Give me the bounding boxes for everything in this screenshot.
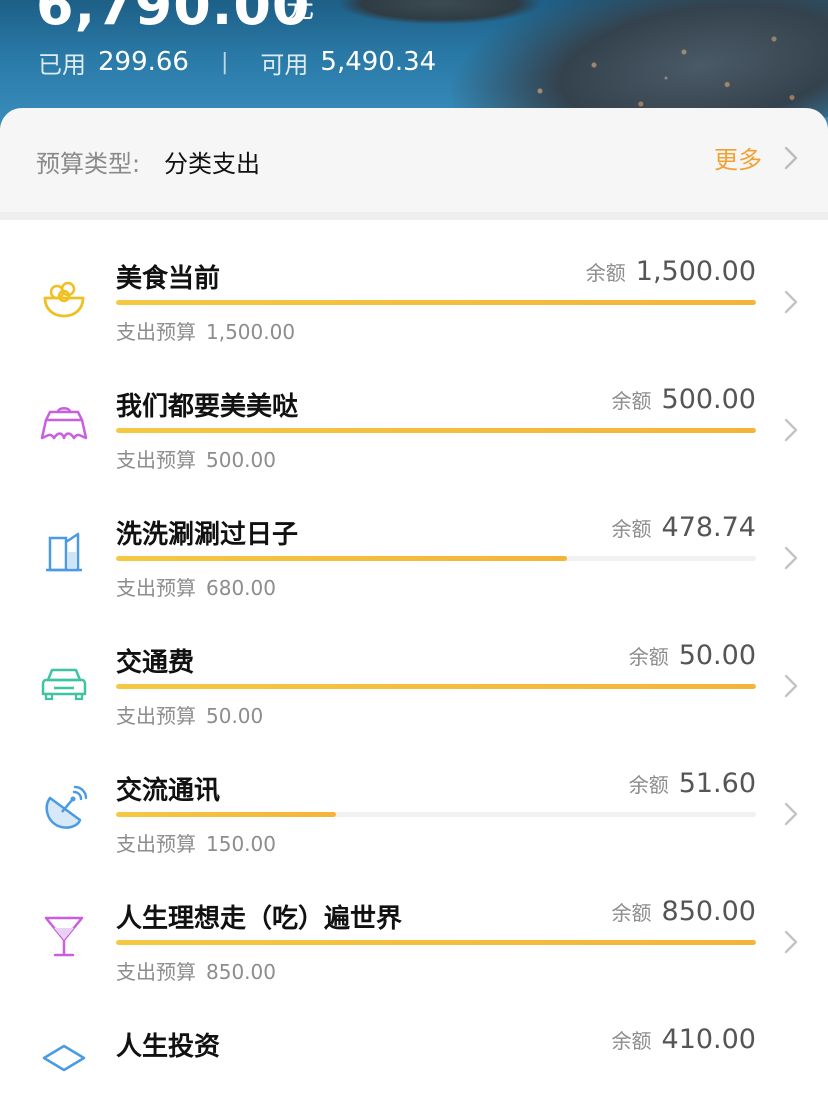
remaining-value: 500.00 (661, 384, 756, 415)
more-button[interactable]: 更多 (714, 140, 798, 175)
progress-track (116, 812, 756, 817)
progress-track (116, 428, 756, 433)
remaining-value: 410.00 (661, 1024, 756, 1055)
chevron-right-icon (784, 802, 798, 826)
remaining-label: 余额 (611, 389, 652, 413)
food-bowl-icon (43, 281, 85, 318)
category-name: 人生投资 (116, 1032, 221, 1062)
building-icon (46, 532, 82, 572)
budget-label: 支出预算 (116, 832, 196, 856)
budget-type-card: 预算类型: 分类支出 更多 (0, 108, 828, 212)
remaining-amount: 余额 500.00 (612, 384, 756, 415)
chevron-right-icon (784, 146, 798, 169)
budget-amount: 支出预算 500.00 (116, 444, 276, 473)
remaining-label: 余额 (611, 517, 652, 541)
car-icon (41, 668, 87, 701)
chevron-right-icon (784, 930, 798, 954)
available-label: 可用 (260, 50, 309, 79)
vanity-mirror-icon (40, 407, 88, 440)
book-icon (42, 1044, 86, 1072)
budget-value: 680.00 (206, 576, 276, 600)
remaining-label: 余额 (611, 1029, 652, 1053)
chevron-right-icon (784, 290, 798, 314)
remaining-label: 余额 (628, 645, 669, 669)
budget-value: 150.00 (206, 832, 276, 856)
progress-track (116, 556, 756, 561)
progress-fill (116, 556, 567, 561)
remaining-amount: 余额 50.00 (629, 640, 756, 671)
budget-label: 支出预算 (116, 320, 196, 344)
budget-label: 支出预算 (116, 704, 196, 728)
total-budget-amount: 6,790.00 (36, 0, 311, 37)
remaining-value: 1,500.00 (635, 256, 756, 287)
category-name: 交通费 (116, 648, 195, 678)
cocktail-glass-icon (44, 916, 84, 957)
category-item[interactable]: 交通费 余额 50.00 支出预算 50.00 (0, 604, 828, 732)
progress-fill (116, 428, 756, 433)
category-name: 我们都要美美哒 (116, 392, 299, 422)
remaining-label: 余额 (585, 261, 626, 285)
progress-track (116, 684, 756, 689)
budget-value: 1,500.00 (206, 320, 296, 344)
category-name: 美食当前 (116, 264, 221, 294)
category-item[interactable]: 交流通讯 余额 51.60 支出预算 150.00 (0, 732, 828, 860)
category-item[interactable]: 美食当前 余额 1,500.00 支出预算 1,500.00 (0, 220, 828, 348)
progress-fill (116, 812, 337, 817)
remaining-value: 51.60 (678, 768, 756, 799)
total-budget-unit: 元 (286, 0, 315, 24)
remaining-amount: 余额 51.60 (629, 768, 756, 799)
category-item[interactable]: 洗洗涮涮过日子 余额 478.74 支出预算 680.00 (0, 476, 828, 604)
progress-track (116, 300, 756, 305)
budget-value: 500.00 (206, 448, 276, 472)
chevron-right-icon (784, 674, 798, 698)
budget-amount: 支出预算 150.00 (116, 828, 276, 857)
remaining-amount: 余额 850.00 (612, 896, 756, 927)
summary-separator: | (220, 49, 229, 75)
remaining-value: 478.74 (661, 512, 756, 543)
remaining-label: 余额 (611, 901, 652, 925)
category-item[interactable]: 我们都要美美哒 余额 500.00 支出预算 500.00 (0, 348, 828, 476)
satellite-dish-icon (45, 785, 88, 829)
progress-track (116, 940, 756, 945)
category-item[interactable]: 人生理想走（吃）遍世界 余额 850.00 支出预算 850.00 (0, 860, 828, 988)
budget-value: 850.00 (206, 960, 276, 984)
remaining-label: 余额 (628, 773, 669, 797)
remaining-amount: 余额 410.00 (612, 1024, 756, 1055)
category-name: 洗洗涮涮过日子 (116, 520, 299, 550)
budget-summary: 已用 299.66 | 可用 5,490.34 (38, 42, 436, 82)
category-name: 人生理想走（吃）遍世界 (116, 904, 403, 934)
budget-label: 支出预算 (116, 960, 196, 984)
section-divider (0, 212, 828, 220)
budget-type-label: 预算类型: (36, 150, 141, 178)
budget-label: 支出预算 (116, 448, 196, 472)
progress-fill (116, 300, 756, 305)
category-list: 美食当前 余额 1,500.00 支出预算 1,500.00 我们都要美美哒 余… (0, 220, 828, 1116)
chevron-right-icon (784, 546, 798, 570)
budget-amount: 支出预算 50.00 (116, 700, 263, 729)
remaining-amount: 余额 1,500.00 (586, 256, 756, 287)
budget-value: 50.00 (206, 704, 264, 728)
available-value: 5,490.34 (320, 47, 437, 77)
budget-type-value: 分类支出 (164, 150, 260, 178)
more-label: 更多 (714, 146, 762, 174)
remaining-amount: 余额 478.74 (612, 512, 756, 543)
remaining-value: 850.00 (661, 896, 756, 927)
budget-amount: 支出预算 1,500.00 (116, 316, 295, 345)
budget-amount: 支出预算 850.00 (116, 956, 276, 985)
remaining-value: 50.00 (678, 640, 756, 671)
progress-fill (116, 940, 756, 945)
chevron-right-icon (784, 418, 798, 442)
used-label: 已用 (38, 50, 86, 79)
category-name: 交流通讯 (116, 776, 221, 806)
progress-fill (116, 684, 756, 689)
budget-amount: 支出预算 680.00 (116, 572, 276, 601)
used-value: 299.66 (98, 47, 189, 77)
category-item[interactable]: 人生投资 余额 410.00 (0, 988, 828, 1116)
budget-label: 支出预算 (116, 576, 196, 600)
